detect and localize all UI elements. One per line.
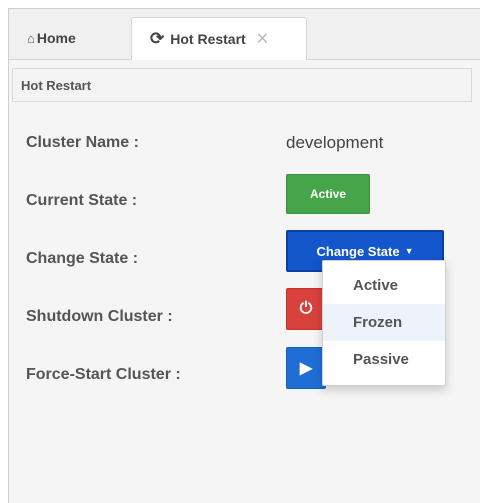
refresh-icon: ⟳ — [150, 29, 165, 48]
shutdown-cluster-label: Shutdown Cluster : — [26, 308, 173, 325]
force-start-cluster-label: Force-Start Cluster : — [26, 366, 181, 383]
play-circle-icon: ▶ — [299, 360, 313, 377]
tab-home[interactable]: ⌂ Home — [9, 17, 131, 59]
change-state-label: Change State : — [26, 250, 139, 267]
change-state-dropdown: Active Frozen Passive — [322, 260, 446, 386]
cluster-name-value: development — [286, 133, 384, 152]
home-icon: ⌂ — [27, 30, 35, 46]
power-icon: ⏻ — [299, 300, 313, 317]
current-state-label: Current State : — [26, 192, 138, 209]
cluster-name-label: Cluster Name : — [26, 134, 139, 151]
tab-hot-restart[interactable]: ⟳ Hot Restart ✕ — [131, 17, 307, 60]
panel-title: Hot Restart — [21, 77, 92, 93]
current-state-badge: Active — [286, 174, 370, 214]
dropdown-option-label: Passive — [353, 351, 409, 368]
force-start-cluster-button[interactable]: ▶ — [286, 347, 326, 389]
close-icon[interactable]: ✕ — [256, 29, 269, 49]
caret-down-icon: ▼ — [404, 246, 414, 256]
tab-bar: ⌂ Home ⟳ Hot Restart ✕ — [9, 9, 480, 60]
change-state-button-label: Change State — [316, 243, 400, 259]
dropdown-option-passive[interactable]: Passive — [323, 341, 445, 378]
dropdown-option-label: Frozen — [353, 314, 403, 331]
current-state-value: Active — [309, 187, 347, 201]
dropdown-option-frozen[interactable]: Frozen — [323, 304, 445, 341]
dropdown-option-active[interactable]: Active — [323, 267, 445, 304]
shutdown-cluster-button[interactable]: ⏻ — [286, 288, 326, 330]
tab-home-label: Home — [36, 30, 76, 46]
dropdown-option-label: Active — [353, 277, 399, 294]
tab-hot-restart-label: Hot Restart — [170, 31, 246, 47]
panel-header: Hot Restart — [12, 68, 472, 102]
